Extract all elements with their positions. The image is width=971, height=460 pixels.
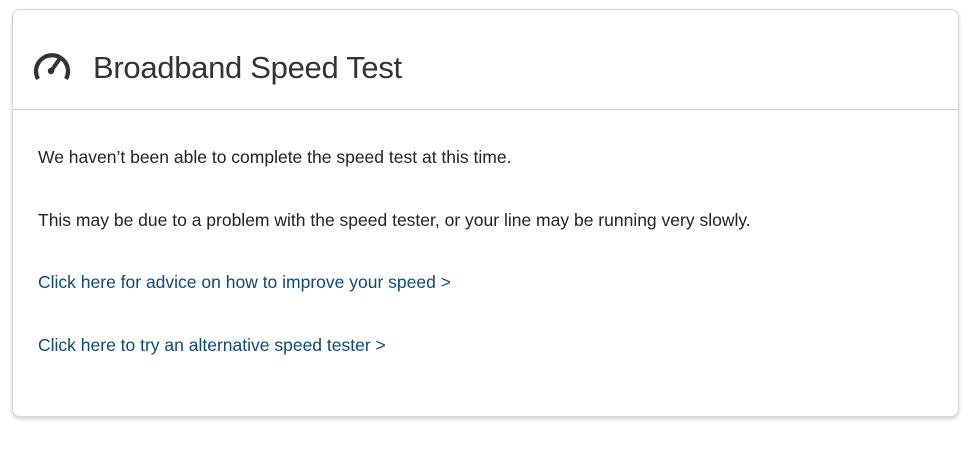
alternative-speed-tester-link[interactable]: Click here to try an alternative speed t… xyxy=(38,333,386,357)
card-header: Broadband Speed Test xyxy=(13,10,958,110)
error-explanation: This may be due to a problem with the sp… xyxy=(38,210,751,230)
speedometer-icon xyxy=(33,53,71,81)
error-message: We haven’t been able to complete the spe… xyxy=(38,147,512,167)
page-title: Broadband Speed Test xyxy=(93,50,402,85)
speed-test-card: Broadband Speed Test We haven’t been abl… xyxy=(12,9,959,417)
improve-speed-advice-link[interactable]: Click here for advice on how to improve … xyxy=(38,270,451,294)
